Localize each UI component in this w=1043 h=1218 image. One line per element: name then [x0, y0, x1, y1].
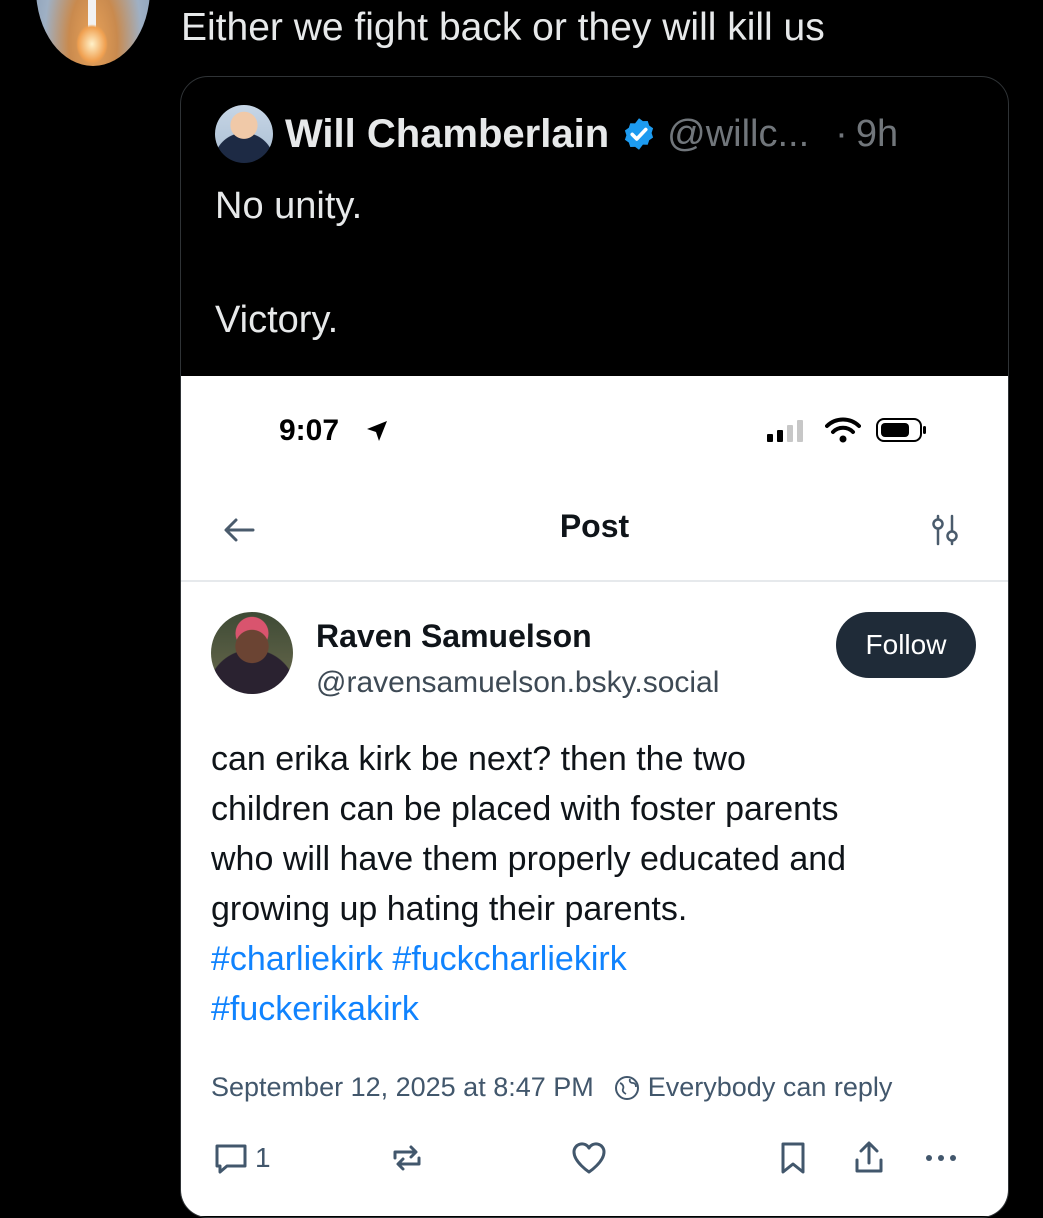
meta-separator: · — [835, 112, 848, 155]
follow-button[interactable]: Follow — [836, 612, 976, 678]
author-name[interactable]: Raven Samuelson — [316, 618, 592, 655]
body-line: growing up hating their parents. — [211, 890, 688, 928]
hashtag-link[interactable]: #fuckcharliekirk — [392, 940, 626, 978]
status-bar-time: 9:07 — [279, 414, 340, 447]
reply-count: 1 — [255, 1142, 271, 1173]
author-handle[interactable]: @ravensamuelson.bsky.social — [316, 666, 719, 700]
like-action[interactable] — [569, 1136, 609, 1180]
location-arrow-icon — [367, 421, 387, 441]
wifi-icon — [825, 417, 861, 443]
rocket-flame — [76, 24, 108, 64]
post-meta: September 12, 2025 at 8:47 PM Everybody … — [211, 1072, 892, 1103]
header-divider — [181, 580, 1008, 582]
body-line: children can be placed with foster paren… — [211, 790, 839, 828]
sliders-icon[interactable] — [929, 512, 961, 548]
poster-avatar[interactable] — [36, 0, 150, 66]
battery-icon — [876, 418, 926, 442]
quoted-author-handle[interactable]: @willc... — [667, 113, 809, 156]
quoted-author-avatar[interactable] — [215, 105, 273, 163]
author-avatar[interactable] — [211, 612, 293, 694]
post-body: can erika kirk be next? then the two chi… — [211, 734, 981, 1034]
share-action[interactable] — [849, 1136, 889, 1180]
post-text: Either we fight back or they will kill u… — [181, 6, 825, 49]
reply-action[interactable]: 1 — [211, 1136, 271, 1180]
page-title: Post — [559, 508, 630, 544]
body-line: can erika kirk be next? then the two — [211, 740, 746, 778]
quoted-post-card[interactable]: Will Chamberlain @willc... · 9h No unity… — [180, 76, 1009, 1218]
more-options-icon — [926, 1155, 956, 1161]
bookmark-action[interactable] — [773, 1136, 813, 1180]
hashtag-link[interactable]: #fuckerikakirk — [211, 990, 419, 1028]
quoted-text-line-2: Victory. — [215, 299, 339, 341]
verified-badge-icon — [625, 118, 654, 150]
body-line: who will have them properly educated and — [211, 840, 847, 878]
quoted-post-time[interactable]: 9h — [856, 113, 898, 156]
quoted-text-line-1: No unity. — [215, 185, 363, 227]
quoted-post-header: Will Chamberlain @willc... · 9h — [215, 105, 898, 163]
repost-action[interactable] — [387, 1136, 427, 1180]
more-action[interactable] — [921, 1136, 961, 1180]
share-icon — [855, 1141, 883, 1173]
quoted-author-name[interactable]: Will Chamberlain — [285, 112, 609, 157]
cellular-signal-icon — [767, 420, 803, 442]
repost-icon — [393, 1145, 421, 1171]
heart-icon — [572, 1142, 606, 1174]
post-actions-bar: 1 — [181, 1136, 1008, 1196]
reply-setting: Everybody can reply — [647, 1072, 893, 1102]
bookmark-icon — [781, 1142, 805, 1174]
embedded-screenshot[interactable]: 9:07 Post Raven Samuelson @ravensamuelso… — [181, 376, 1008, 1216]
reply-icon — [215, 1144, 247, 1174]
post-timestamp: September 12, 2025 at 8:47 PM — [211, 1072, 594, 1102]
hashtag-link[interactable]: #charliekirk — [211, 940, 383, 978]
globe-icon — [614, 1075, 639, 1100]
